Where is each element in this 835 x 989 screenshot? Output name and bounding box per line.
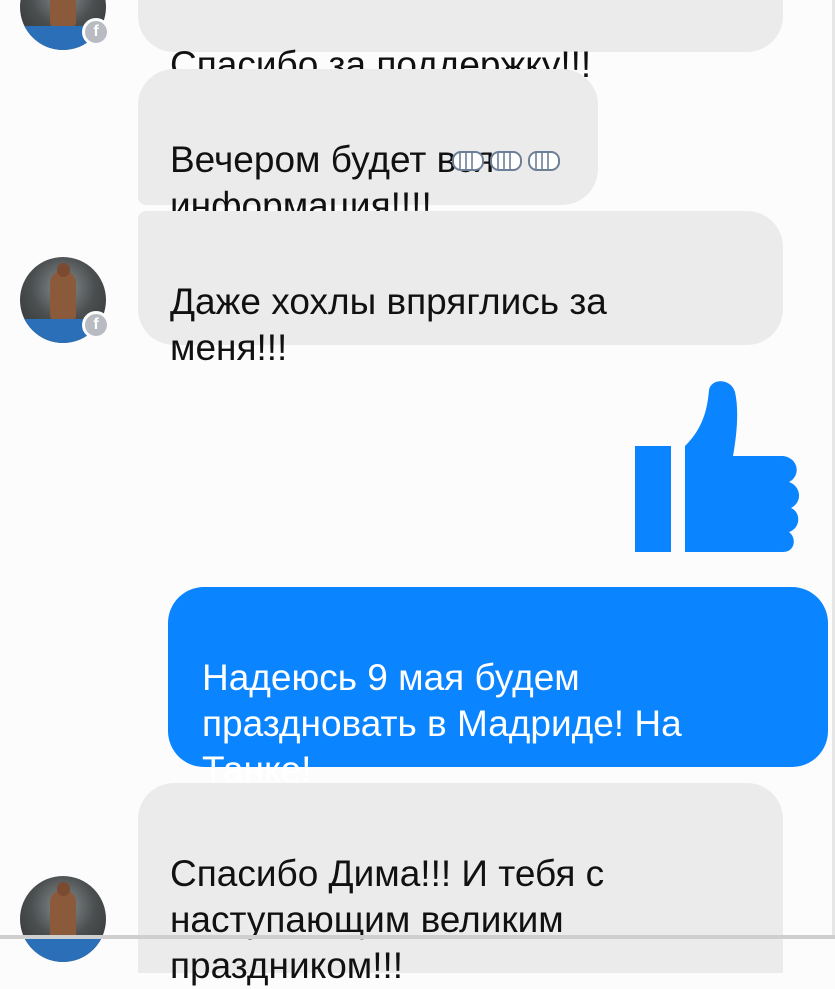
- contact-avatar[interactable]: f: [20, 0, 110, 50]
- facebook-icon: f: [82, 18, 110, 46]
- contact-avatar[interactable]: [20, 876, 106, 962]
- outgoing-message[interactable]: Надеюсь 9 мая будем праздновать в Мадрид…: [168, 587, 828, 790]
- message-text: Надеюсь 9 мая будем праздновать в Мадрид…: [202, 657, 682, 790]
- fist-bump-icon: [490, 151, 522, 171]
- fist-bump-icon: [452, 151, 484, 171]
- emoji-group: [450, 147, 562, 175]
- divider: [0, 935, 835, 939]
- contact-avatar[interactable]: f: [20, 257, 110, 343]
- fist-bump-icon: [528, 151, 560, 171]
- message-text: Даже хохлы впряглись за меня!!!: [170, 281, 607, 368]
- incoming-message[interactable]: Даже хохлы впряглись за меня!!!: [138, 211, 783, 368]
- message-text: Спасибо Дима!!! И тебя с наступающим вел…: [170, 853, 605, 986]
- facebook-icon: f: [82, 311, 110, 339]
- incoming-message[interactable]: Спасибо за поддержку!!!: [138, 0, 783, 85]
- avatar-photo: [20, 876, 106, 962]
- incoming-message[interactable]: Спасибо Дима!!! И тебя с наступающим вел…: [138, 783, 783, 986]
- thumbs-up-icon[interactable]: [633, 376, 803, 556]
- incoming-message[interactable]: Вечером будет вся информация!!!!: [138, 69, 598, 226]
